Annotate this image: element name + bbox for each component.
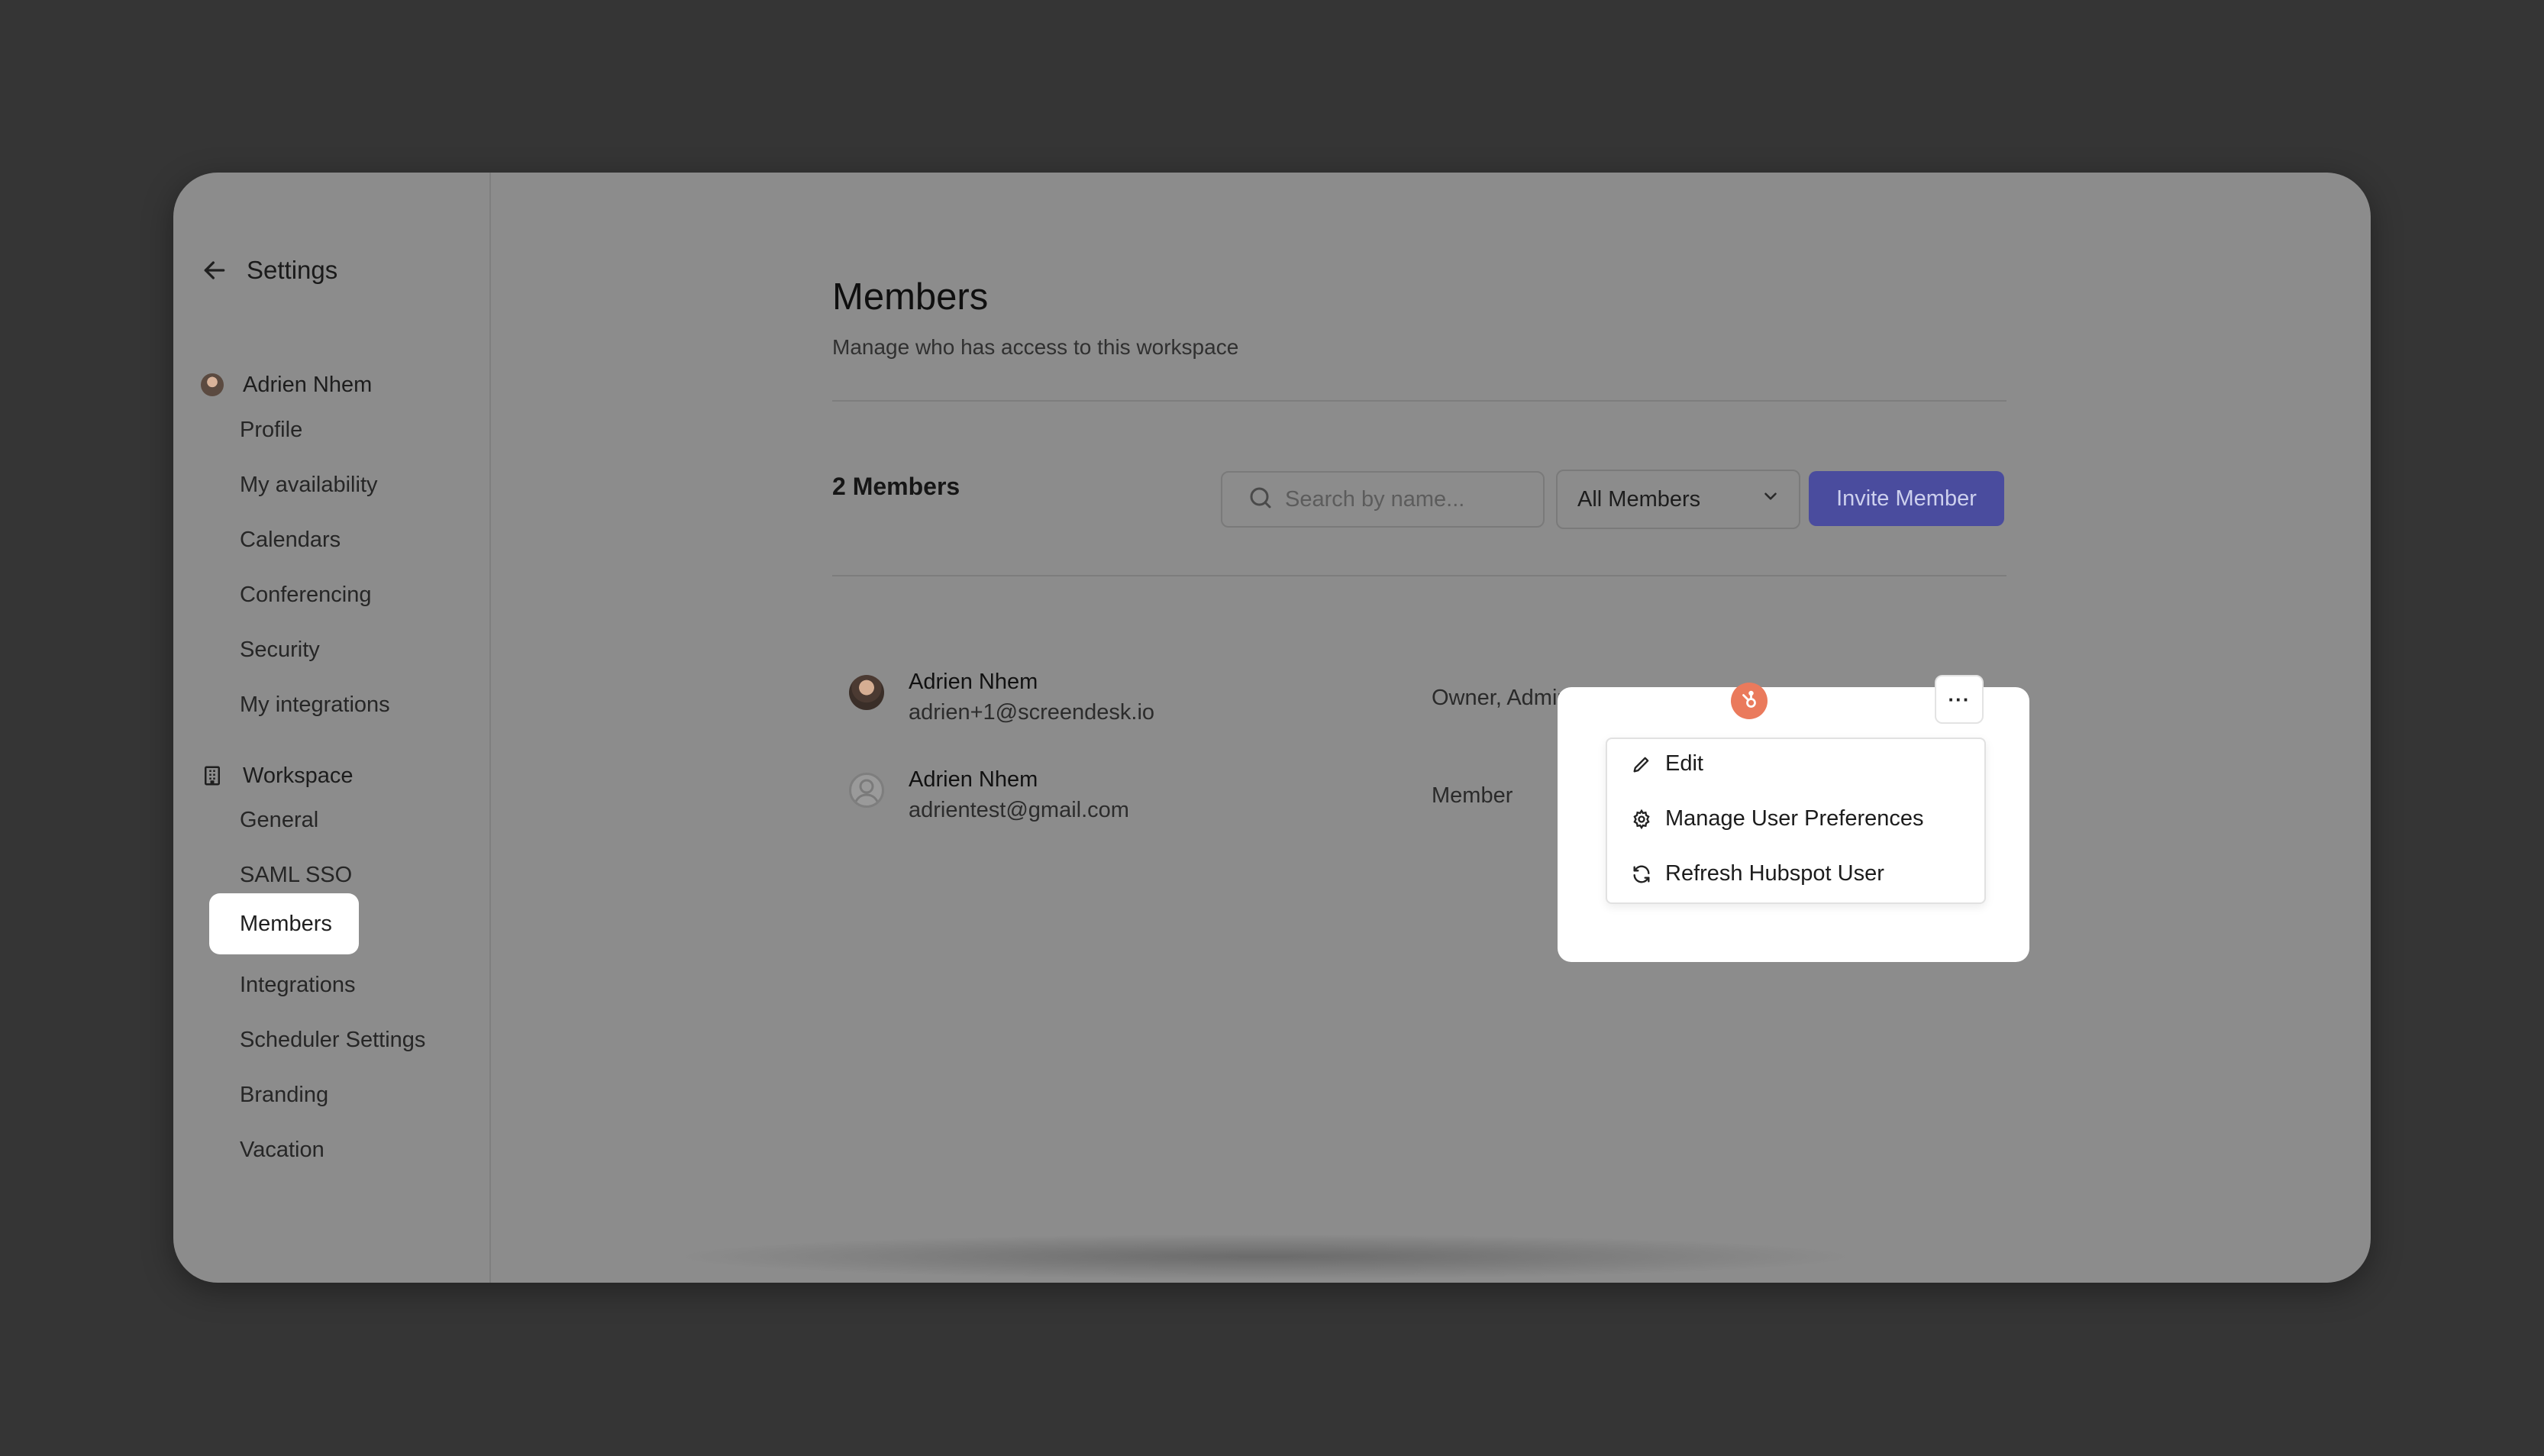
sidebar-item-my-availability[interactable]: My availability bbox=[240, 473, 378, 498]
pencil-icon bbox=[1630, 753, 1653, 776]
filter-value: All Members bbox=[1577, 486, 1701, 512]
menu-item-label: Refresh Hubspot User bbox=[1665, 861, 1884, 886]
page-subtitle: Manage who has access to this workspace bbox=[832, 335, 1239, 359]
workspace-label: Workspace bbox=[243, 763, 354, 788]
user-section-header: Adrien Nhem bbox=[197, 370, 372, 400]
search-icon bbox=[1247, 484, 1274, 515]
menu-item-label: Manage User Preferences bbox=[1665, 806, 1924, 831]
sidebar-item-saml-sso[interactable]: SAML SSO bbox=[240, 863, 352, 888]
invite-member-button[interactable]: Invite Member bbox=[1809, 471, 2004, 526]
user-name: Adrien Nhem bbox=[243, 372, 373, 397]
member-row[interactable]: Adrien Nhem adrientest@gmail.com bbox=[849, 765, 1129, 826]
chevron-down-icon bbox=[1761, 486, 1780, 512]
sidebar-item-vacation[interactable]: Vacation bbox=[240, 1138, 324, 1163]
menu-item-edit[interactable]: Edit bbox=[1630, 751, 1703, 776]
member-email: adrientest@gmail.com bbox=[909, 798, 1129, 822]
page-title: Members bbox=[832, 276, 989, 318]
members-count: 2 Members bbox=[832, 473, 960, 500]
search-placeholder: Search by name... bbox=[1285, 486, 1465, 512]
sidebar-item-profile[interactable]: Profile bbox=[240, 418, 302, 443]
member-filter-select[interactable]: All Members bbox=[1556, 470, 1800, 529]
user-avatar bbox=[201, 373, 224, 396]
sidebar-item-general[interactable]: General bbox=[240, 808, 318, 833]
sidebar-item-calendars[interactable]: Calendars bbox=[240, 528, 341, 553]
workspace-section-header: Workspace bbox=[197, 760, 354, 791]
search-input[interactable]: Search by name... bbox=[1221, 471, 1545, 528]
member-email: adrien+1@screendesk.io bbox=[909, 700, 1155, 725]
actions-menu: Edit Manage User Preferences Refresh Hub… bbox=[1606, 738, 1986, 904]
sidebar-item-my-integrations[interactable]: My integrations bbox=[240, 692, 390, 718]
building-icon bbox=[197, 760, 228, 791]
member-avatar bbox=[849, 675, 884, 710]
sidebar-item-members[interactable]: Members bbox=[209, 893, 359, 954]
member-name: Adrien Nhem bbox=[909, 767, 1038, 792]
refresh-icon bbox=[1630, 863, 1653, 886]
more-actions-button[interactable]: ··· bbox=[1935, 675, 1984, 724]
sidebar-item-security[interactable]: Security bbox=[240, 638, 320, 663]
list-divider bbox=[832, 575, 2006, 576]
bottom-shadow bbox=[670, 1234, 1861, 1280]
gear-icon bbox=[1630, 808, 1653, 831]
sidebar: Settings Adrien Nhem Profile My availabi… bbox=[173, 173, 491, 1283]
menu-item-label: Edit bbox=[1665, 751, 1703, 776]
hubspot-icon bbox=[1731, 683, 1768, 719]
settings-window: Settings Adrien Nhem Profile My availabi… bbox=[173, 173, 2371, 1283]
sidebar-item-conferencing[interactable]: Conferencing bbox=[240, 583, 372, 608]
default-avatar-icon bbox=[849, 773, 884, 808]
menu-item-refresh-hubspot-user[interactable]: Refresh Hubspot User bbox=[1630, 861, 1884, 886]
sidebar-item-branding[interactable]: Branding bbox=[240, 1083, 328, 1108]
settings-header: Settings bbox=[199, 255, 337, 286]
member-row[interactable]: Adrien Nhem adrien+1@screendesk.io bbox=[849, 667, 1154, 728]
back-arrow-icon[interactable] bbox=[199, 255, 230, 286]
member-role: Member bbox=[1432, 783, 1513, 808]
sidebar-item-integrations[interactable]: Integrations bbox=[240, 973, 356, 998]
member-role: Owner, Admin bbox=[1432, 686, 1570, 710]
header-divider bbox=[832, 400, 2006, 402]
member-name: Adrien Nhem bbox=[909, 670, 1038, 694]
settings-title: Settings bbox=[247, 256, 338, 284]
sidebar-item-scheduler-settings[interactable]: Scheduler Settings bbox=[240, 1028, 425, 1053]
menu-item-manage-user-preferences[interactable]: Manage User Preferences bbox=[1630, 806, 1924, 831]
